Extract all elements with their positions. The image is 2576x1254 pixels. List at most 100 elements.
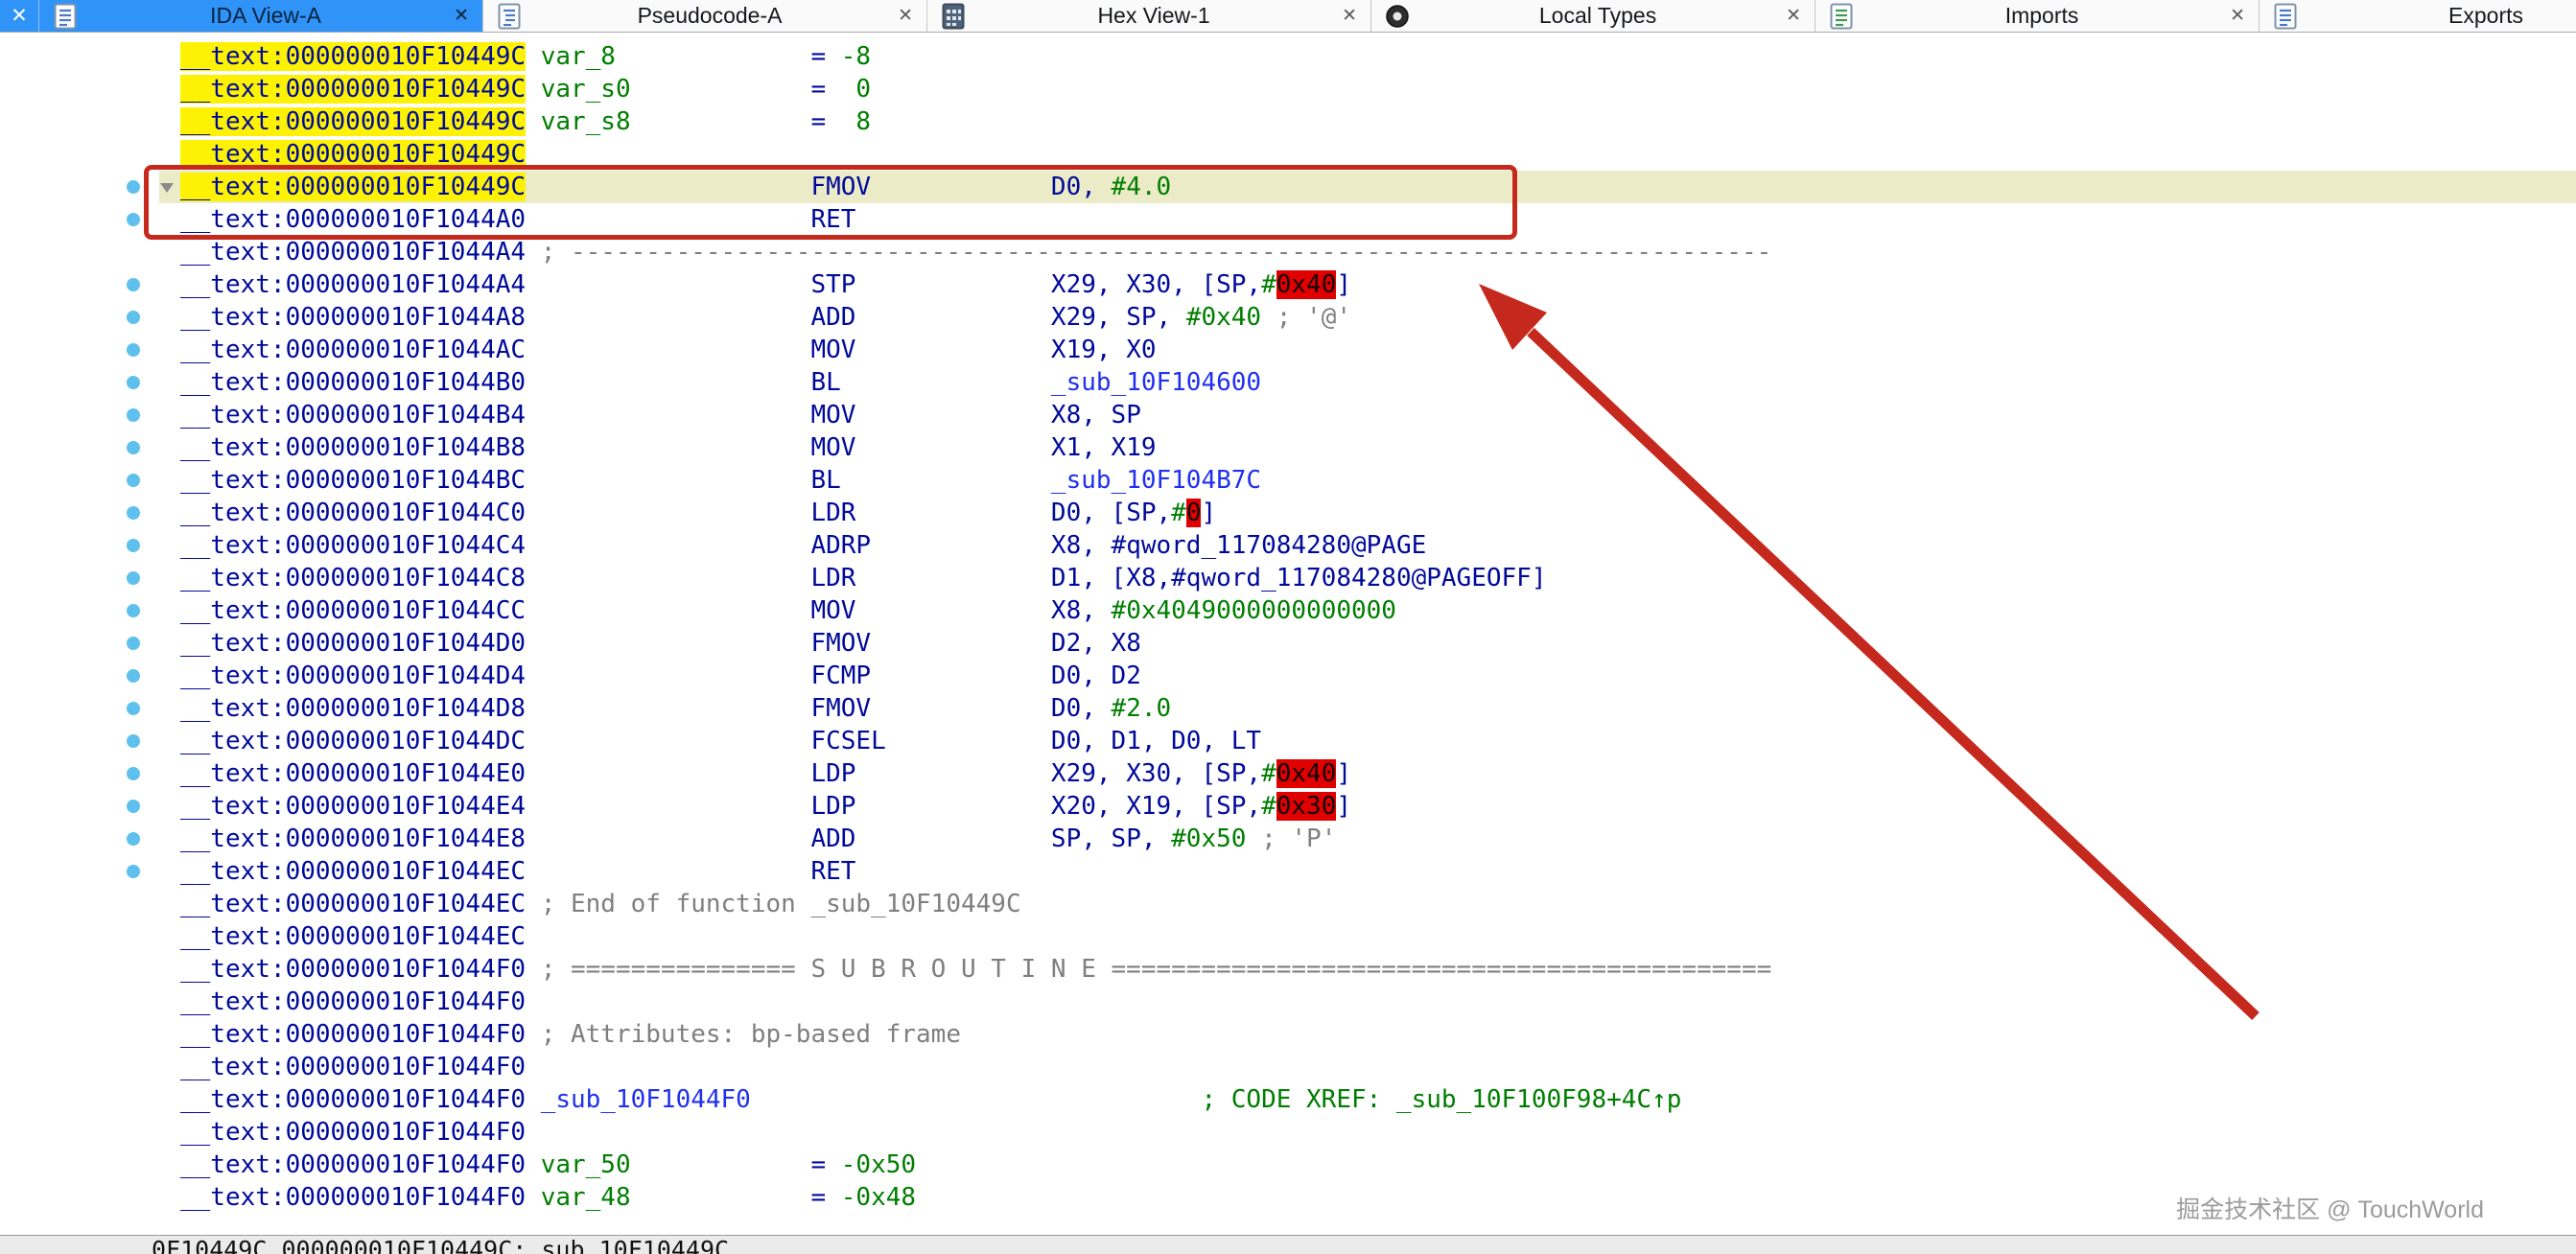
operand: X8, — [1051, 596, 1112, 625]
asm-line[interactable]: __text:000000010F1044E0 LDP X29, X30, [S… — [159, 757, 2576, 790]
asm-line[interactable]: __text:000000010F1044F0 — [159, 1116, 2576, 1149]
pad — [855, 759, 1051, 788]
pad — [526, 205, 810, 234]
asm-line[interactable]: __text:000000010F1044CC MOV X8, #0x40490… — [159, 594, 2576, 627]
function-ref[interactable]: _sub_10F104B7C — [1051, 466, 1261, 495]
equals: = — [810, 75, 840, 104]
mnemonic: RET — [810, 857, 855, 886]
asm-line[interactable]: __text:000000010F10449C var_8 = -8 — [159, 40, 2576, 73]
function-ref[interactable]: _sub_10F104600 — [1051, 368, 1261, 397]
tab-local-types[interactable]: Local Types✕ — [1371, 0, 1815, 32]
operand: 0x40 — [1276, 270, 1337, 299]
address: __text:000000010F1044DC — [180, 727, 526, 755]
tab-ida-view-a[interactable]: IDA View-A✕ — [39, 0, 483, 32]
asm-line[interactable]: __text:000000010F1044E8 ADD SP, SP, #0x5… — [159, 823, 2576, 855]
asm-line[interactable]: __text:000000010F1044F0 — [159, 1051, 2576, 1083]
operand: #2.0 — [1112, 694, 1172, 723]
tab-close-icon[interactable]: ✕ — [1342, 5, 1357, 27]
tab-close-icon[interactable]: ✕ — [898, 5, 913, 27]
instruction-dot — [127, 539, 140, 552]
close-button[interactable]: ✕ — [0, 0, 39, 32]
asm-line[interactable]: __text:000000010F1044C0 LDR D0, [SP,#0] — [159, 497, 2576, 529]
asm-line[interactable]: __text:000000010F10449C — [159, 138, 2576, 171]
tab-label: Pseudocode-A — [531, 3, 888, 29]
address: __text:000000010F1044F0 — [180, 1020, 526, 1049]
address: __text:000000010F1044AC — [180, 336, 526, 364]
asm-line[interactable]: __text:000000010F1044E4 LDP X20, X19, [S… — [159, 790, 2576, 823]
asm-line[interactable]: __text:000000010F1044DC FCSEL D0, D1, D0… — [159, 725, 2576, 757]
var-name: var_50 — [541, 1150, 631, 1179]
asm-line[interactable]: __text:000000010F1044D8 FMOV D0, #2.0 — [159, 692, 2576, 725]
pad — [526, 368, 810, 397]
asm-line[interactable]: __text:000000010F1044C4 ADRP X8, #qword_… — [159, 529, 2576, 562]
asm-line[interactable]: __text:000000010F1044BC BL _sub_10F104B7… — [159, 464, 2576, 497]
asm-line[interactable]: __text:000000010F10449C var_s0 = 0 — [159, 73, 2576, 105]
asm-line[interactable]: __text:000000010F1044B4 MOV X8, SP — [159, 399, 2576, 431]
address: __text:000000010F1044D0 — [180, 629, 526, 658]
comment: ; 'P' — [1246, 824, 1336, 853]
tab-exports[interactable]: Exports✕ — [2260, 0, 2576, 32]
pad — [886, 727, 1051, 755]
asm-line[interactable]: __text:000000010F10449C var_s8 = 8 — [159, 105, 2576, 138]
pad — [871, 694, 1051, 723]
tab-close-icon[interactable]: ✕ — [454, 5, 469, 27]
pad — [526, 792, 810, 821]
tab-hex-view-1[interactable]: Hex View-1✕ — [927, 0, 1371, 32]
types-icon — [1385, 3, 1410, 30]
operand: # — [1261, 792, 1276, 821]
asm-line[interactable]: __text:000000010F1044EC RET — [159, 855, 2576, 888]
address: __text:000000010F1044E4 — [180, 792, 526, 821]
pseudocode-icon — [497, 3, 522, 30]
asm-line[interactable]: __text:000000010F1044F0 var_50 = -0x50 — [159, 1149, 2576, 1181]
address: __text:000000010F1044EC — [180, 922, 526, 951]
operand: X8, SP — [1051, 401, 1141, 430]
address: __text:000000010F1044B4 — [180, 401, 526, 430]
asm-line[interactable]: __text:000000010F1044B8 MOV X1, X19 — [159, 431, 2576, 464]
asm-line[interactable]: __text:000000010F1044A4 STP X29, X30, [S… — [159, 268, 2576, 301]
asm-line[interactable]: __text:000000010F1044D0 FMOV D2, X8 — [159, 627, 2576, 660]
tab-imports[interactable]: Imports✕ — [1815, 0, 2260, 32]
collapse-arrow-icon[interactable] — [160, 183, 174, 193]
asm-line[interactable]: __text:000000010F1044F0 ; ==============… — [159, 953, 2576, 986]
asm-line[interactable]: __text:000000010F1044EC — [159, 920, 2576, 953]
asm-line[interactable]: __text:000000010F1044D4 FCMP D0, D2 — [159, 660, 2576, 692]
tab-close-icon[interactable]: ✕ — [2230, 5, 2245, 27]
disassembly-listing[interactable]: __text:000000010F10449C var_8 = -8__text… — [0, 33, 2576, 1214]
operand: D0, [SP, — [1051, 499, 1171, 527]
asm-line[interactable]: __text:000000010F1044C8 LDR D1, [X8,#qwo… — [159, 562, 2576, 594]
pad — [526, 75, 541, 104]
asm-line[interactable]: __text:000000010F1044EC ; End of functio… — [159, 888, 2576, 920]
asm-line[interactable]: __text:000000010F1044A8 ADD X29, SP, #0x… — [159, 301, 2576, 334]
pad — [855, 270, 1051, 299]
asm-line[interactable]: __text:000000010F1044F0 _sub_10F1044F0 ;… — [159, 1083, 2576, 1116]
asm-line[interactable]: __text:000000010F10449C FMOV D0, #4.0 — [159, 171, 2576, 203]
mnemonic: ADD — [810, 824, 855, 853]
address: __text:000000010F1044EC — [180, 857, 526, 886]
asm-line[interactable]: __text:000000010F1044F0 — [159, 986, 2576, 1018]
pad — [871, 531, 1051, 560]
mnemonic: BL — [810, 368, 840, 397]
function-label[interactable]: _sub_10F1044F0 — [541, 1085, 751, 1114]
pad — [855, 303, 1051, 332]
operand: SP, SP, — [1051, 824, 1171, 853]
address: __text:000000010F1044A8 — [180, 303, 526, 332]
operand: X29, SP, — [1051, 303, 1186, 332]
var-name: var_s0 — [541, 75, 631, 104]
tab-close-icon[interactable]: ✕ — [1786, 5, 1801, 27]
operand: 0 — [1186, 499, 1202, 527]
mnemonic: MOV — [810, 401, 855, 430]
asm-line[interactable]: __text:000000010F1044A4 ; --------------… — [159, 236, 2576, 268]
asm-line[interactable]: __text:000000010F1044AC MOV X19, X0 — [159, 334, 2576, 366]
status-bar: 0F10449C 000000010F10449C: sub_10F10449C — [0, 1235, 2576, 1254]
operand: ] — [1336, 792, 1351, 821]
mnemonic: LDP — [810, 792, 855, 821]
tab-pseudocode-a[interactable]: Pseudocode-A ✕ — [483, 0, 927, 32]
equals: = — [810, 1183, 840, 1212]
asm-line[interactable]: __text:000000010F1044B0 BL _sub_10F10460… — [159, 366, 2576, 399]
pad — [526, 173, 810, 201]
pad — [526, 401, 810, 430]
mnemonic: MOV — [810, 433, 855, 462]
asm-line[interactable]: __text:000000010F1044A0 RET — [159, 203, 2576, 236]
asm-line[interactable]: __text:000000010F1044F0 ; Attributes: bp… — [159, 1018, 2576, 1051]
address: __text:000000010F10449C — [180, 140, 526, 169]
